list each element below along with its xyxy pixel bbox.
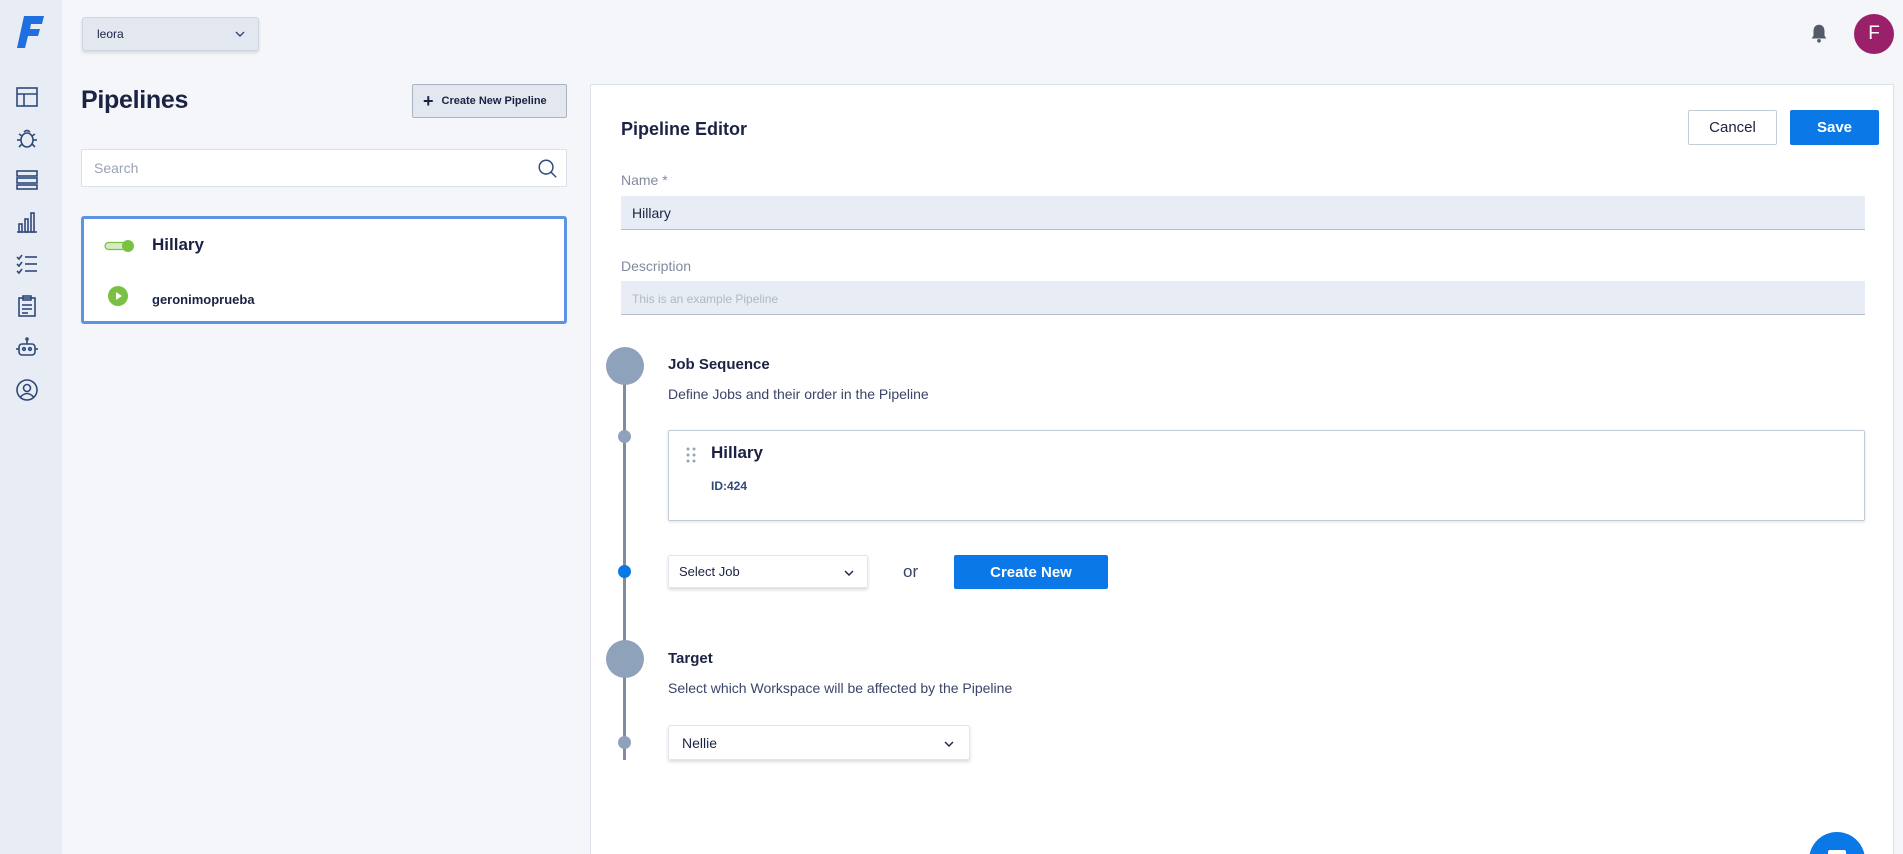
job-sequence-title: Job Sequence bbox=[668, 356, 770, 373]
select-job-label: Select Job bbox=[679, 564, 740, 579]
chevron-down-icon bbox=[844, 570, 854, 576]
target-title: Target bbox=[668, 650, 713, 667]
select-job-dropdown[interactable]: Select Job bbox=[668, 555, 868, 588]
pipeline-editor: Pipeline Editor Cancel Save Name * Descr… bbox=[590, 84, 1894, 854]
workspace-selector-value: leora bbox=[97, 27, 124, 41]
plus-icon: + bbox=[423, 91, 434, 111]
create-new-pipeline-label: Create New Pipeline bbox=[441, 95, 547, 107]
create-new-job-button[interactable]: Create New bbox=[954, 555, 1108, 589]
save-button[interactable]: Save bbox=[1790, 110, 1879, 145]
name-label: Name * bbox=[621, 172, 668, 188]
target-workspace-dropdown[interactable]: Nellie bbox=[668, 725, 970, 760]
search-input[interactable] bbox=[82, 150, 566, 186]
drag-handle-icon[interactable] bbox=[685, 446, 697, 464]
timeline-dot bbox=[618, 736, 631, 749]
faraday-logo-icon[interactable] bbox=[16, 14, 46, 50]
timeline-dot-active bbox=[618, 565, 631, 578]
bug-icon[interactable] bbox=[14, 125, 40, 151]
timeline-line bbox=[623, 365, 626, 760]
job-name: Hillary bbox=[711, 443, 763, 462]
robot-icon[interactable] bbox=[14, 335, 40, 361]
job-id: ID:424 bbox=[711, 479, 748, 493]
job-sequence-description: Define Jobs and their order in the Pipel… bbox=[668, 386, 929, 402]
job-card[interactable]: Hillary ID:424 bbox=[668, 430, 1865, 521]
sidebar bbox=[0, 0, 62, 854]
description-label: Description bbox=[621, 258, 692, 274]
analytics-icon[interactable] bbox=[14, 209, 40, 235]
create-new-pipeline-button[interactable]: + Create New Pipeline bbox=[412, 84, 567, 118]
workspace-selector[interactable]: leora bbox=[82, 17, 259, 51]
user-circle-icon[interactable] bbox=[14, 377, 40, 403]
timeline-step-target bbox=[606, 640, 644, 678]
pipeline-workspace: geronimoprueba bbox=[152, 292, 255, 307]
timeline-dot bbox=[618, 430, 631, 443]
servers-icon[interactable] bbox=[14, 167, 40, 193]
play-icon[interactable] bbox=[108, 286, 128, 306]
editor-title: Pipeline Editor bbox=[621, 119, 748, 139]
timeline-step-job-sequence bbox=[606, 347, 644, 385]
page-title: Pipelines bbox=[81, 86, 189, 114]
bell-icon[interactable] bbox=[1808, 22, 1830, 44]
pipeline-list-item[interactable]: Hillary geronimoprueba bbox=[81, 216, 567, 324]
name-field[interactable] bbox=[621, 196, 1865, 230]
clipboard-icon[interactable] bbox=[14, 293, 40, 319]
pipeline-enabled-toggle[interactable] bbox=[104, 239, 136, 253]
or-separator: or bbox=[903, 562, 919, 581]
cancel-button[interactable]: Cancel bbox=[1688, 110, 1777, 145]
pipeline-name: Hillary bbox=[152, 235, 204, 254]
tasklist-icon[interactable] bbox=[14, 251, 40, 277]
target-workspace-value: Nellie bbox=[682, 734, 718, 751]
avatar[interactable]: F bbox=[1854, 14, 1894, 54]
search-box bbox=[81, 149, 567, 187]
search-icon[interactable] bbox=[536, 158, 558, 180]
description-field[interactable] bbox=[621, 281, 1865, 315]
dashboard-icon[interactable] bbox=[14, 84, 40, 110]
target-description: Select which Workspace will be affected … bbox=[668, 680, 1013, 696]
chevron-down-icon bbox=[944, 741, 954, 747]
chevron-down-icon bbox=[235, 31, 245, 37]
